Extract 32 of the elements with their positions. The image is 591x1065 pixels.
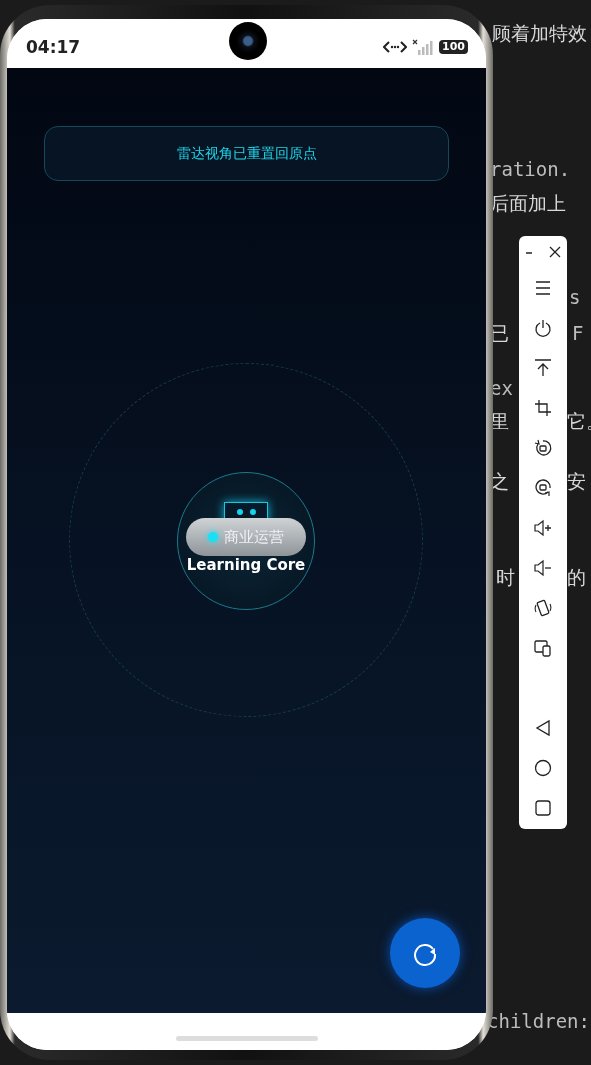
core-title: Learning Core xyxy=(186,556,306,574)
editor-text: 安 xyxy=(567,470,586,493)
recent-apps-icon[interactable] xyxy=(534,799,552,817)
editor-text: 顾着加特效 xyxy=(492,22,587,45)
back-icon[interactable] xyxy=(534,719,552,737)
rotate-icon[interactable] xyxy=(534,439,552,457)
close-icon[interactable] xyxy=(547,244,563,260)
arrow-to-top-icon[interactable] xyxy=(534,359,552,377)
code-text: children: xyxy=(487,1010,590,1033)
toast-message: 雷达视角已重置回原点 xyxy=(44,126,449,181)
home-icon[interactable] xyxy=(534,759,552,777)
signal-icon xyxy=(412,38,435,55)
code-text: ration. xyxy=(490,158,571,181)
editor-text: 时 xyxy=(496,566,515,589)
editor-text: 里 xyxy=(490,410,509,433)
rotate-phone-icon[interactable] xyxy=(534,599,552,617)
crop-icon[interactable] xyxy=(534,399,552,417)
reset-view-button[interactable] xyxy=(390,918,460,988)
editor-text: 的 xyxy=(567,566,586,589)
status-time: 04:17 xyxy=(26,36,81,57)
category-tag: 商业运营 xyxy=(186,518,306,556)
power-icon[interactable] xyxy=(534,319,552,337)
rotate-icon[interactable] xyxy=(534,479,552,497)
code-text: F xyxy=(572,322,584,345)
battery-level: 100 xyxy=(439,39,468,54)
volume-up-icon[interactable] xyxy=(534,519,552,537)
volume-down-icon[interactable] xyxy=(534,559,552,577)
code-text: s xyxy=(569,286,581,309)
devices-icon[interactable] xyxy=(534,639,552,657)
menu-icon[interactable] xyxy=(534,279,552,297)
code-icon xyxy=(383,39,408,54)
status-dot-icon xyxy=(208,532,218,542)
